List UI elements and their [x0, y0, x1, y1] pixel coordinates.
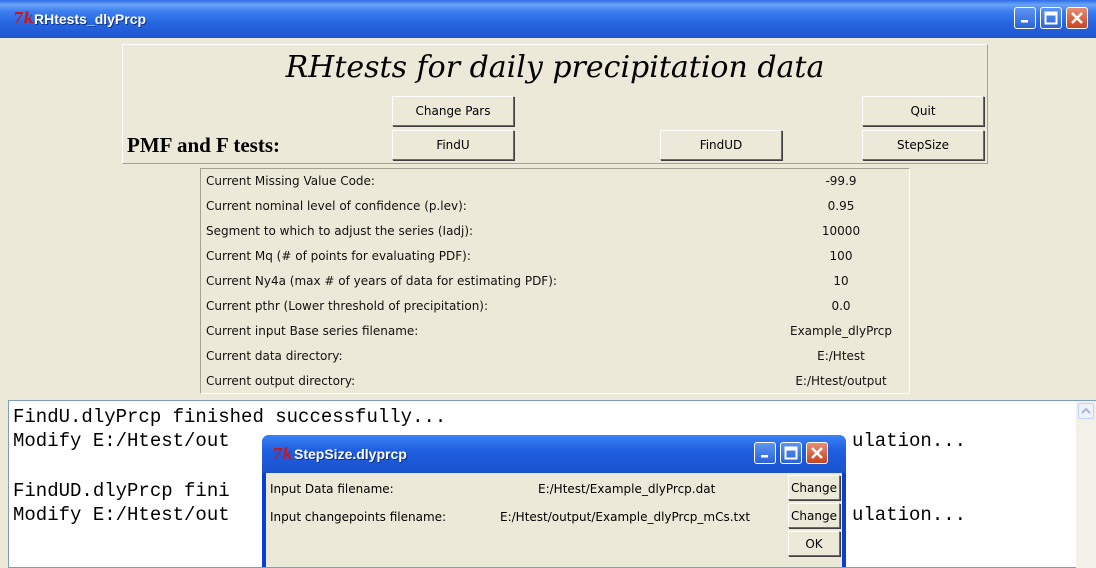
- dialog-title-bar[interactable]: 7k StepSize.dlyprcp: [262, 435, 846, 473]
- param-value: E:/Htest: [817, 349, 865, 363]
- close-icon: [811, 447, 823, 459]
- param-row: Current Ny4a (max # of years of data for…: [201, 269, 909, 294]
- param-value: 10: [833, 274, 849, 288]
- minimize-button[interactable]: [1014, 7, 1036, 29]
- param-row: Current Mq (# of points for evaluating P…: [201, 244, 909, 269]
- param-label: Segment to which to adjust the series (I…: [206, 224, 474, 238]
- window-title: RHtests_dlyPrcp: [34, 11, 147, 27]
- dialog-body: Input Data filename: E:/Htest/Example_dl…: [266, 473, 842, 567]
- dialog-maximize-button[interactable]: [780, 442, 802, 464]
- log-scrollbar[interactable]: [1076, 401, 1096, 568]
- changepoints-filename-value: E:/Htest/output/Example_dlyPrcp_mCs.txt: [500, 510, 751, 524]
- stepsize-button[interactable]: StepSize: [862, 130, 984, 160]
- param-value: 100: [829, 249, 853, 263]
- param-row: Current pthr (Lower threshold of precipi…: [201, 294, 909, 319]
- window-title-bar[interactable]: 7k RHtests_dlyPrcp: [0, 0, 1096, 38]
- param-label: Current output directory:: [206, 374, 356, 388]
- param-label: Current Ny4a (max # of years of data for…: [206, 274, 557, 288]
- ok-button[interactable]: OK: [788, 531, 840, 556]
- maximize-icon: [784, 446, 798, 460]
- dialog-title: StepSize.dlyprcp: [294, 446, 407, 462]
- log-line: Modify E:/Htest/out: [13, 430, 230, 452]
- param-value: -99.9: [825, 174, 857, 188]
- param-row: Current input Base series filename: Exam…: [201, 319, 909, 344]
- param-label: Current Mq (# of points for evaluating P…: [206, 249, 471, 263]
- param-label: Current Missing Value Code:: [206, 174, 375, 188]
- change-pars-button[interactable]: Change Pars: [392, 96, 514, 126]
- param-row: Current nominal level of confidence (p.l…: [201, 194, 909, 219]
- param-label: Current pthr (Lower threshold of precipi…: [206, 299, 489, 313]
- changepoints-filename-label: Input changepoints filename:: [270, 510, 447, 524]
- param-row: Current Missing Value Code: -99.9: [201, 169, 909, 194]
- param-value: 0.0: [831, 299, 851, 313]
- findud-button[interactable]: FindUD: [660, 130, 782, 160]
- parameters-panel: Current Missing Value Code: -99.9 Curren…: [200, 168, 910, 394]
- param-row: Segment to which to adjust the series (I…: [201, 219, 909, 244]
- close-icon: [1071, 12, 1083, 24]
- dialog-close-button[interactable]: [806, 442, 828, 464]
- log-line: ulation...: [852, 504, 967, 526]
- param-label: Current nominal level of confidence (p.l…: [206, 199, 467, 213]
- data-filename-value: E:/Htest/Example_dlyPrcp.dat: [538, 482, 716, 496]
- section-label: PMF and F tests:: [127, 133, 280, 157]
- scroll-up-icon: [1081, 407, 1091, 414]
- tk-feather-icon: 7k: [13, 9, 34, 27]
- change-data-button[interactable]: Change: [788, 475, 840, 500]
- minimize-icon: [1021, 20, 1028, 23]
- page-title: RHtests for daily precipitation data: [285, 50, 825, 85]
- findu-button[interactable]: FindU: [392, 130, 514, 160]
- scroll-up-button[interactable]: [1078, 403, 1094, 419]
- maximize-icon: [1044, 11, 1058, 25]
- param-row: Current data directory: E:/Htest: [201, 344, 909, 369]
- quit-button[interactable]: Quit: [862, 96, 984, 126]
- change-changepoints-button[interactable]: Change: [788, 503, 840, 528]
- param-value: Example_dlyPrcp: [789, 324, 893, 338]
- maximize-button[interactable]: [1040, 7, 1062, 29]
- data-filename-label: Input Data filename:: [270, 482, 394, 496]
- param-value: 0.95: [827, 199, 855, 213]
- tk-feather-icon: 7k: [272, 445, 293, 463]
- minimize-icon: [761, 455, 768, 458]
- close-button[interactable]: [1066, 7, 1088, 29]
- stepsize-dialog: 7k StepSize.dlyprcp Input Data filename:…: [262, 435, 846, 567]
- param-row: Current output directory: E:/Htest/outpu…: [201, 369, 909, 394]
- param-label: Current input Base series filename:: [206, 324, 419, 338]
- log-line: Modify E:/Htest/out: [13, 504, 230, 526]
- log-line: FindUD.dlyPrcp fini: [13, 480, 230, 502]
- log-line: ulation...: [852, 430, 967, 452]
- param-value: E:/Htest/output: [795, 374, 887, 388]
- dialog-minimize-button[interactable]: [754, 442, 776, 464]
- param-value: 10000: [821, 224, 861, 238]
- log-line: FindU.dlyPrcp finished successfully...: [13, 406, 447, 428]
- param-label: Current data directory:: [206, 349, 343, 363]
